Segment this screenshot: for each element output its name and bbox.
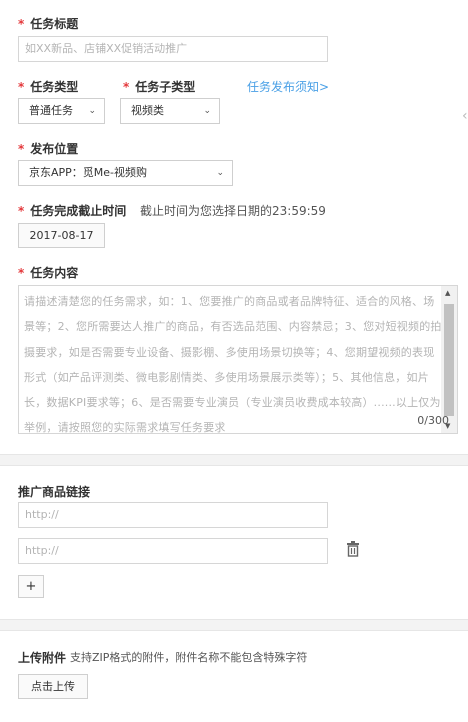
- task-subtype-select[interactable]: 视频类 ⌄: [120, 98, 220, 124]
- trash-icon[interactable]: [346, 541, 360, 557]
- deadline-date-picker[interactable]: 2017-08-17: [18, 223, 105, 248]
- publish-position-select[interactable]: 京东APP：觅Me-视频购 ⌄: [18, 160, 233, 186]
- promo-links-label: 推广商品链接: [18, 485, 91, 499]
- upload-button[interactable]: 点击上传: [18, 674, 88, 699]
- required-mark: *: [18, 80, 25, 94]
- textarea-scrollbar[interactable]: ▲ ▼: [441, 286, 457, 433]
- add-link-button[interactable]: +: [18, 575, 44, 598]
- scroll-up-icon[interactable]: ▲: [445, 289, 450, 297]
- required-mark: *: [123, 80, 130, 94]
- promo-link-input-1[interactable]: http://: [18, 502, 328, 528]
- required-mark: *: [18, 17, 25, 31]
- task-title-input[interactable]: 如XX新品、店铺XX促销活动推广: [18, 36, 328, 62]
- task-content-label: * 任务内容: [18, 266, 79, 280]
- deadline-label: * 任务完成截止时间: [18, 204, 127, 218]
- task-content-textarea[interactable]: 请描述清楚您的任务需求，如：1、您要推广的商品或者品牌特征、适合的风格、场景等；…: [18, 285, 458, 434]
- promo-link-input-2[interactable]: http://: [18, 538, 328, 564]
- required-mark: *: [18, 266, 25, 280]
- section-divider: [0, 619, 468, 631]
- chevron-left-icon[interactable]: ‹: [462, 108, 468, 124]
- char-counter: 0/300: [417, 414, 449, 427]
- task-type-label: * 任务类型: [18, 80, 79, 94]
- scrollbar-thumb[interactable]: [444, 304, 454, 416]
- required-mark: *: [18, 142, 25, 156]
- publish-position-value: 京东APP：觅Me-视频购: [29, 166, 148, 179]
- task-type-value: 普通任务: [29, 104, 73, 117]
- chevron-down-icon: ⌄: [216, 168, 224, 178]
- required-mark: *: [18, 204, 25, 218]
- section-divider: [0, 454, 468, 466]
- publish-position-label: * 发布位置: [18, 142, 79, 156]
- deadline-hint: 截止时间为您选择日期的23:59:59: [140, 204, 326, 218]
- task-type-select[interactable]: 普通任务 ⌄: [18, 98, 105, 124]
- chevron-down-icon: ⌄: [203, 106, 211, 116]
- task-subtype-label: * 任务子类型: [123, 80, 196, 94]
- publish-notice-link[interactable]: 任务发布须知>: [247, 78, 329, 95]
- attachment-label: 上传附件: [18, 651, 67, 665]
- chevron-down-icon: ⌄: [88, 106, 96, 116]
- task-content-placeholder: 请描述清楚您的任务需求，如：1、您要推广的商品或者品牌特征、适合的风格、场景等；…: [24, 295, 442, 434]
- task-title-label: * 任务标题: [18, 17, 79, 31]
- attachment-hint: 支持ZIP格式的附件，附件名称不能包含特殊字符: [70, 651, 308, 664]
- task-subtype-value: 视频类: [131, 104, 164, 117]
